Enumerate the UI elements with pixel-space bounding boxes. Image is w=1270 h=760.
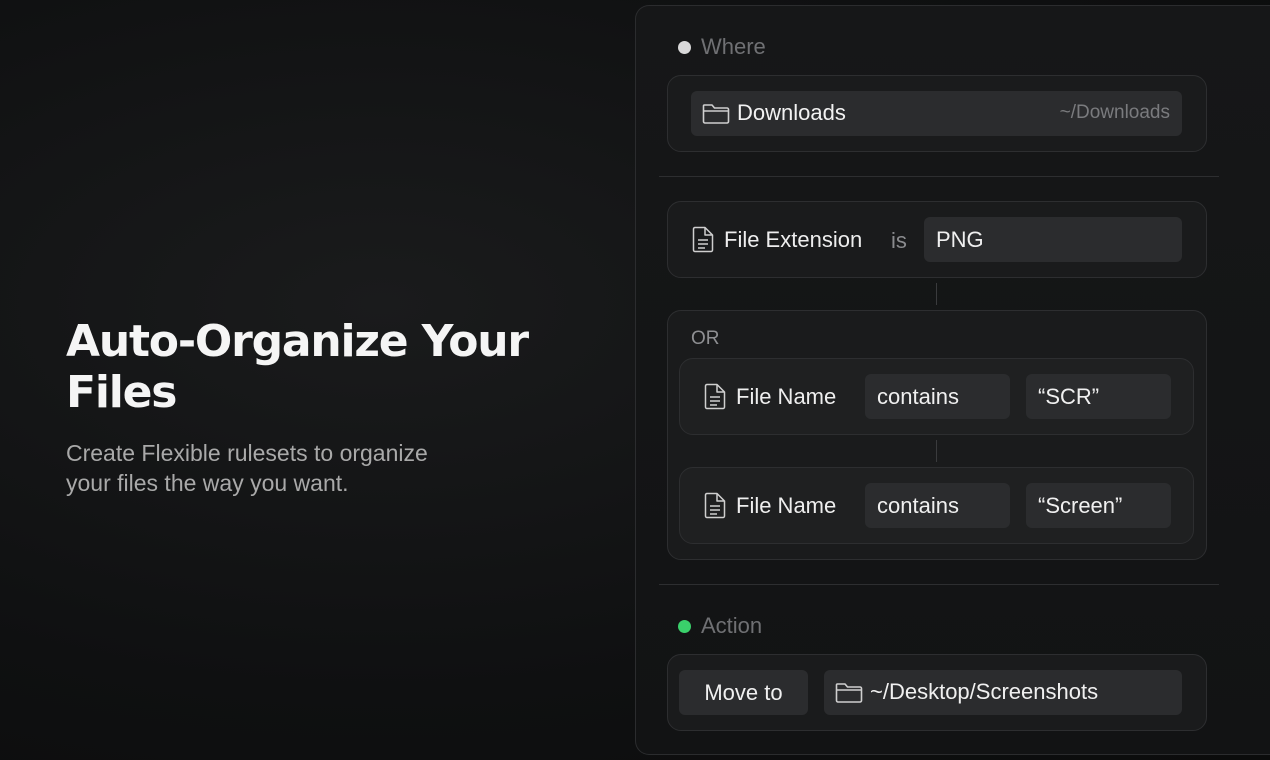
destination-selector[interactable]: ~/Desktop/Screenshots (824, 670, 1182, 715)
file-icon (692, 226, 714, 253)
section-divider (659, 176, 1219, 177)
where-status-dot (678, 40, 691, 54)
rule-field[interactable]: File Name (704, 383, 836, 410)
rule-operator: contains (877, 383, 959, 409)
or-group-card: OR File Name contains “SCR” File Name co… (667, 310, 1207, 560)
file-icon (704, 492, 726, 519)
action-label: Action (701, 613, 763, 638)
action-section-label: Action (678, 613, 762, 639)
action-verb-select[interactable]: Move to (679, 670, 808, 715)
hero: Auto-Organize Your Files Create Flexible… (66, 316, 626, 498)
where-card: Downloads ~/Downloads (667, 75, 1207, 152)
section-divider (659, 584, 1219, 585)
action-card: Move to ~/Desktop/Screenshots (667, 654, 1207, 731)
condition-field-label: File Extension (724, 226, 863, 252)
destination-path: ~/Desktop/Screenshots (870, 679, 1099, 704)
folder-icon (702, 101, 730, 125)
condition-card-extension: File Extension is PNG (667, 201, 1207, 278)
where-label: Where (701, 34, 766, 59)
folder-name: Downloads (737, 100, 846, 125)
rule-row: File Name contains “Screen” (679, 467, 1194, 544)
folder-selector[interactable]: Downloads ~/Downloads (691, 91, 1182, 136)
where-section-label: Where (678, 34, 766, 60)
rule-operator: contains (877, 492, 959, 518)
rule-operator-select[interactable]: contains (865, 374, 1010, 419)
rule-operator-select[interactable]: contains (865, 483, 1010, 528)
hero-subtitle: Create Flexible rulesets to organize you… (66, 440, 428, 496)
rule-field-label: File Name (736, 492, 837, 518)
rule-row: File Name contains “SCR” (679, 358, 1194, 435)
or-group-label: OR (691, 328, 720, 349)
connector-line (936, 283, 937, 305)
rule-field-label: File Name (736, 383, 837, 409)
rule-field[interactable]: File Name (704, 492, 836, 519)
connector-line (936, 440, 937, 462)
rule-value-input[interactable]: “SCR” (1026, 374, 1171, 419)
condition-operator[interactable]: is (891, 228, 907, 254)
condition-field[interactable]: File Extension (692, 226, 862, 253)
file-icon (704, 383, 726, 410)
rule-value-input[interactable]: “Screen” (1026, 483, 1171, 528)
action-verb: Move to (704, 679, 783, 705)
folder-path: ~/Downloads (1059, 102, 1170, 123)
condition-value-input[interactable]: PNG (924, 217, 1182, 262)
hero-title: Auto-Organize Your Files (66, 316, 529, 418)
rule-value: “SCR” (1038, 383, 1100, 409)
action-status-dot (678, 619, 691, 633)
condition-value: PNG (936, 226, 984, 252)
rule-editor-panel: Where Downloads ~/Downloads File Extensi… (635, 5, 1270, 755)
rule-value: “Screen” (1038, 492, 1123, 518)
folder-icon (835, 680, 863, 704)
